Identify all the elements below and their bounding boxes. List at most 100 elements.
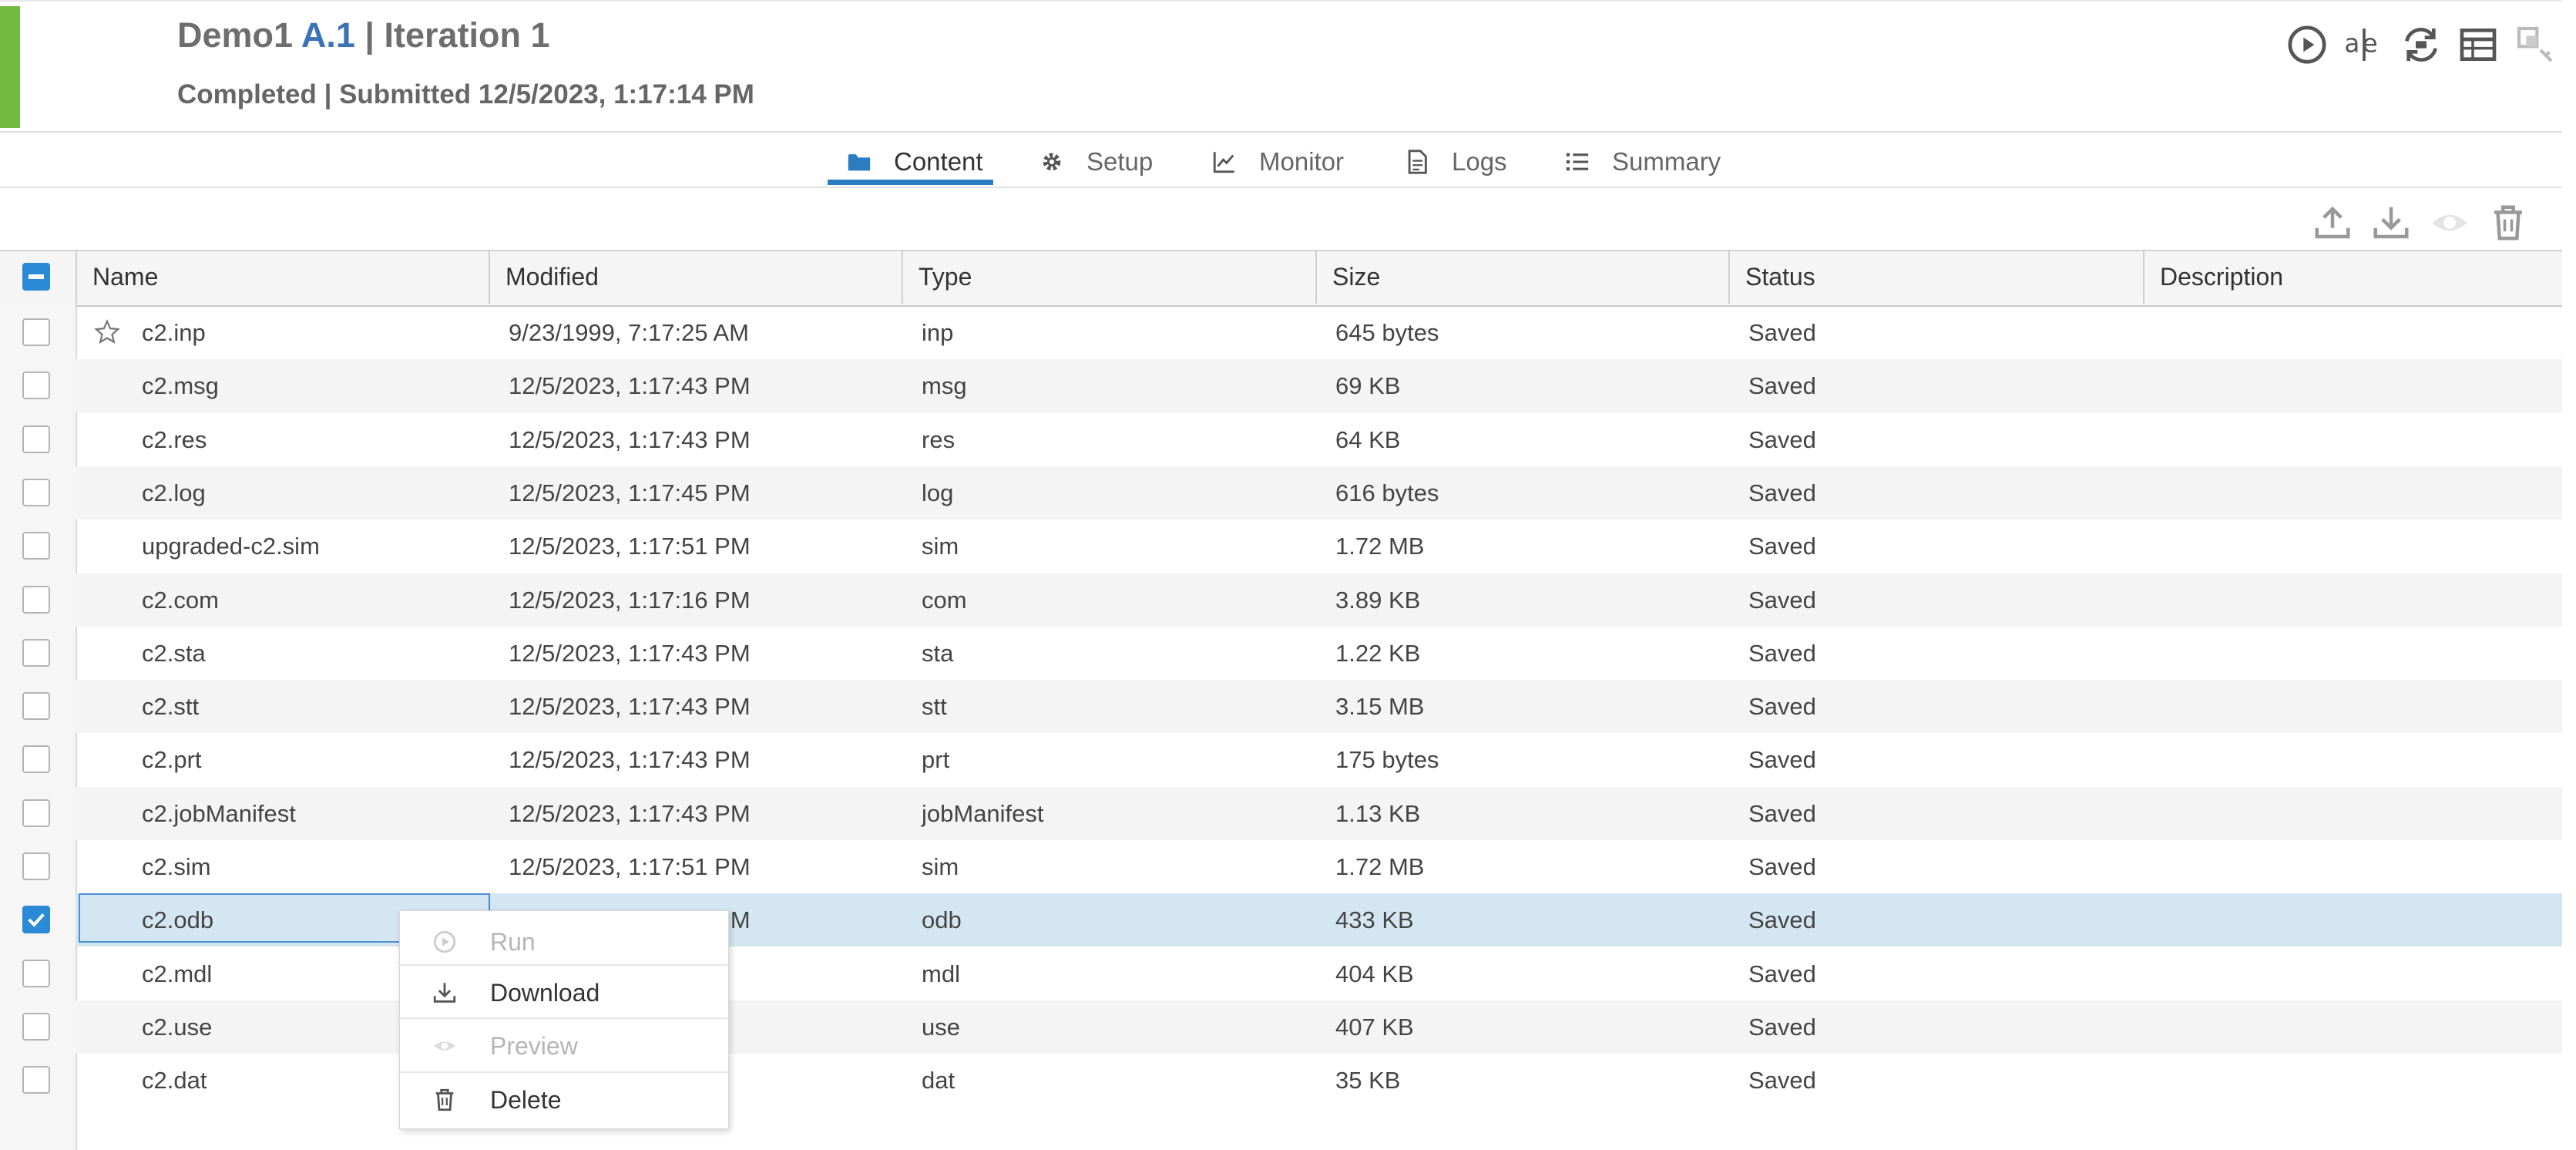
- table-row[interactable]: [76, 520, 2562, 573]
- column-header-size[interactable]: Size: [1315, 250, 1728, 304]
- cell-size: 69 KB: [1335, 372, 1401, 399]
- cell-name[interactable]: c2.res: [142, 413, 207, 466]
- preview-eye-icon[interactable]: [2429, 202, 2470, 244]
- cell-status: Saved: [1748, 906, 1816, 933]
- cell-name[interactable]: upgraded-c2.sim: [142, 520, 320, 573]
- row-checkbox[interactable]: [22, 906, 50, 933]
- tab-summary[interactable]: Summary: [1564, 140, 1721, 183]
- cell-name[interactable]: c2.inp: [142, 306, 206, 359]
- table-view-icon[interactable]: [2457, 23, 2500, 66]
- cell-type: msg: [922, 372, 967, 399]
- table-row[interactable]: [76, 413, 2562, 466]
- row-checkbox[interactable]: [22, 318, 50, 346]
- table-row[interactable]: [76, 573, 2562, 627]
- cell-type: sim: [922, 853, 959, 880]
- tab-monitor[interactable]: Monitor: [1211, 140, 1344, 183]
- cell-name[interactable]: c2.dat: [142, 1054, 207, 1107]
- context-menu-download[interactable]: Download: [399, 966, 727, 1020]
- cell-modified: 12/5/2023, 1:17:43 PM: [509, 426, 751, 453]
- context-menu-run[interactable]: Run: [399, 915, 727, 969]
- cell-status: Saved: [1748, 587, 1816, 614]
- row-checkbox[interactable]: [22, 852, 50, 880]
- cell-type: use: [922, 1014, 960, 1041]
- upload-icon[interactable]: [2312, 202, 2353, 244]
- job-title: Demo1 A.1 | Iteration 1: [177, 15, 550, 55]
- run-circle-icon[interactable]: [2285, 23, 2329, 66]
- row-checkbox[interactable]: [22, 1013, 50, 1041]
- cell-status: Saved: [1748, 319, 1816, 346]
- sync-icon[interactable]: [2400, 23, 2443, 66]
- spell-check-icon[interactable]: ae: [2343, 23, 2386, 66]
- cell-modified: 12/5/2023, 1:17:43 PM: [509, 800, 751, 827]
- cell-name[interactable]: c2.stt: [142, 680, 199, 733]
- table-row[interactable]: [76, 840, 2562, 893]
- cell-status: Saved: [1748, 426, 1816, 453]
- table-row[interactable]: [76, 787, 2562, 840]
- cell-modified: 12/5/2023, 1:17:43 PM: [509, 640, 751, 667]
- column-header-type[interactable]: Type: [902, 250, 1315, 304]
- tab-logs[interactable]: Logs: [1404, 140, 1507, 183]
- run-icon: [432, 929, 458, 955]
- tab-logs-label: Logs: [1452, 147, 1507, 176]
- row-checkbox[interactable]: [22, 586, 50, 614]
- cell-name[interactable]: c2.sim: [142, 840, 211, 893]
- row-checkbox[interactable]: [22, 425, 50, 453]
- tab-content[interactable]: Content: [846, 140, 983, 183]
- table-row[interactable]: [76, 680, 2562, 733]
- cell-size: 1.72 MB: [1335, 853, 1425, 880]
- cell-type: prt: [922, 746, 950, 773]
- column-header-name[interactable]: Name: [76, 250, 489, 304]
- row-checkbox[interactable]: [22, 745, 50, 773]
- download-icon[interactable]: [2370, 202, 2412, 244]
- cell-modified: 12/5/2023, 1:17:45 PM: [509, 479, 751, 506]
- cell-modified: 9/23/1999, 7:17:25 AM: [509, 319, 749, 346]
- row-checkbox[interactable]: [22, 479, 50, 506]
- cell-size: 645 bytes: [1335, 319, 1439, 346]
- row-checkbox[interactable]: [22, 799, 50, 827]
- tab-summary-label: Summary: [1612, 147, 1721, 176]
- eye-icon: [432, 1033, 458, 1059]
- context-menu-preview[interactable]: Preview: [399, 1019, 727, 1073]
- row-checkbox[interactable]: [22, 1066, 50, 1094]
- row-checkbox[interactable]: [22, 692, 50, 720]
- document-icon: [1408, 150, 1427, 174]
- row-checkbox[interactable]: [22, 960, 50, 987]
- column-header-description[interactable]: Description: [2143, 250, 2562, 304]
- table-row[interactable]: [76, 306, 2562, 359]
- tab-setup[interactable]: Setup: [1039, 140, 1153, 183]
- cell-type: odb: [922, 906, 962, 933]
- line-chart-icon: [1213, 152, 1234, 173]
- trash-icon[interactable]: [2487, 202, 2529, 244]
- row-checkbox[interactable]: [22, 532, 50, 560]
- row-checkbox[interactable]: [22, 639, 50, 667]
- cell-status: Saved: [1748, 853, 1816, 880]
- column-header-status[interactable]: Status: [1728, 250, 2143, 304]
- cell-name[interactable]: c2.msg: [142, 359, 219, 412]
- table-row[interactable]: [76, 359, 2562, 412]
- select-all-checkbox[interactable]: [22, 263, 50, 291]
- cell-size: 404 KB: [1335, 960, 1414, 987]
- cell-name[interactable]: c2.use: [142, 1000, 212, 1054]
- cell-status: Saved: [1748, 372, 1816, 399]
- column-header-modified[interactable]: Modified: [489, 250, 902, 304]
- cell-name[interactable]: c2.jobManifest: [142, 787, 296, 840]
- cell-size: 64 KB: [1335, 426, 1401, 453]
- cell-type: dat: [922, 1067, 956, 1094]
- table-row[interactable]: [76, 466, 2562, 520]
- cell-name[interactable]: c2.mdl: [142, 947, 212, 1000]
- cell-name[interactable]: c2.sta: [142, 627, 206, 680]
- table-row[interactable]: [76, 627, 2562, 680]
- row-checkbox[interactable]: [22, 372, 50, 399]
- active-tab-indicator: [828, 180, 993, 185]
- star-icon[interactable]: [94, 319, 120, 345]
- keys-icon[interactable]: [2514, 23, 2557, 66]
- tab-setup-label: Setup: [1086, 147, 1154, 176]
- cell-modified: 12/5/2023, 1:17:43 PM: [509, 372, 751, 399]
- cell-name[interactable]: c2.com: [142, 573, 219, 627]
- tab-content-label: Content: [894, 147, 983, 176]
- cell-name[interactable]: c2.log: [142, 466, 206, 520]
- gear-icon: [1043, 153, 1061, 171]
- table-row[interactable]: [76, 733, 2562, 786]
- context-menu-delete[interactable]: Delete: [399, 1073, 727, 1127]
- cell-name[interactable]: c2.prt: [142, 733, 202, 786]
